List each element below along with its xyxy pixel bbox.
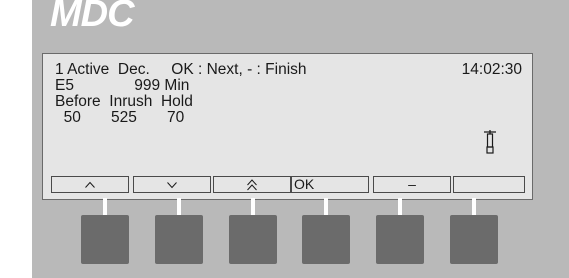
hardware-key-3[interactable] bbox=[229, 215, 277, 264]
error-code-line: E5 999 Min bbox=[55, 77, 190, 94]
clock: 14:02:30 bbox=[461, 61, 522, 78]
softkey-empty[interactable] bbox=[453, 176, 525, 193]
hardware-key-4[interactable] bbox=[302, 215, 350, 264]
phase-headers: Before Inrush Hold bbox=[55, 93, 193, 110]
softkey-ok[interactable]: OK bbox=[291, 176, 369, 193]
phase-values: 50 525 70 bbox=[55, 109, 185, 126]
softkey-finish[interactable]: – bbox=[373, 176, 451, 193]
status-line: 1 Active Dec. OK : Next, - : Finish bbox=[55, 61, 307, 78]
key-stem-6 bbox=[472, 198, 476, 215]
chevron-up-icon bbox=[85, 181, 95, 188]
key-stem-2 bbox=[177, 198, 181, 215]
chevron-down-icon bbox=[167, 181, 177, 188]
hardware-key-2[interactable] bbox=[155, 215, 203, 264]
double-chevron-up-icon bbox=[247, 178, 257, 190]
softkey-up[interactable] bbox=[51, 176, 129, 193]
key-stem-1 bbox=[103, 198, 107, 215]
thermometer-icon bbox=[484, 130, 496, 154]
hardware-key-6[interactable] bbox=[450, 215, 498, 264]
brand-logo: MDC bbox=[50, 0, 135, 35]
lcd-screen: 1 Active Dec. OK : Next, - : Finish 14:0… bbox=[42, 53, 533, 200]
softkey-fast-up[interactable] bbox=[213, 176, 291, 193]
softkey-down[interactable] bbox=[133, 176, 211, 193]
hardware-key-5[interactable] bbox=[376, 215, 424, 264]
key-stem-5 bbox=[398, 198, 402, 215]
key-stem-3 bbox=[251, 198, 255, 215]
hardware-key-1[interactable] bbox=[81, 215, 129, 264]
key-stem-4 bbox=[324, 198, 328, 215]
